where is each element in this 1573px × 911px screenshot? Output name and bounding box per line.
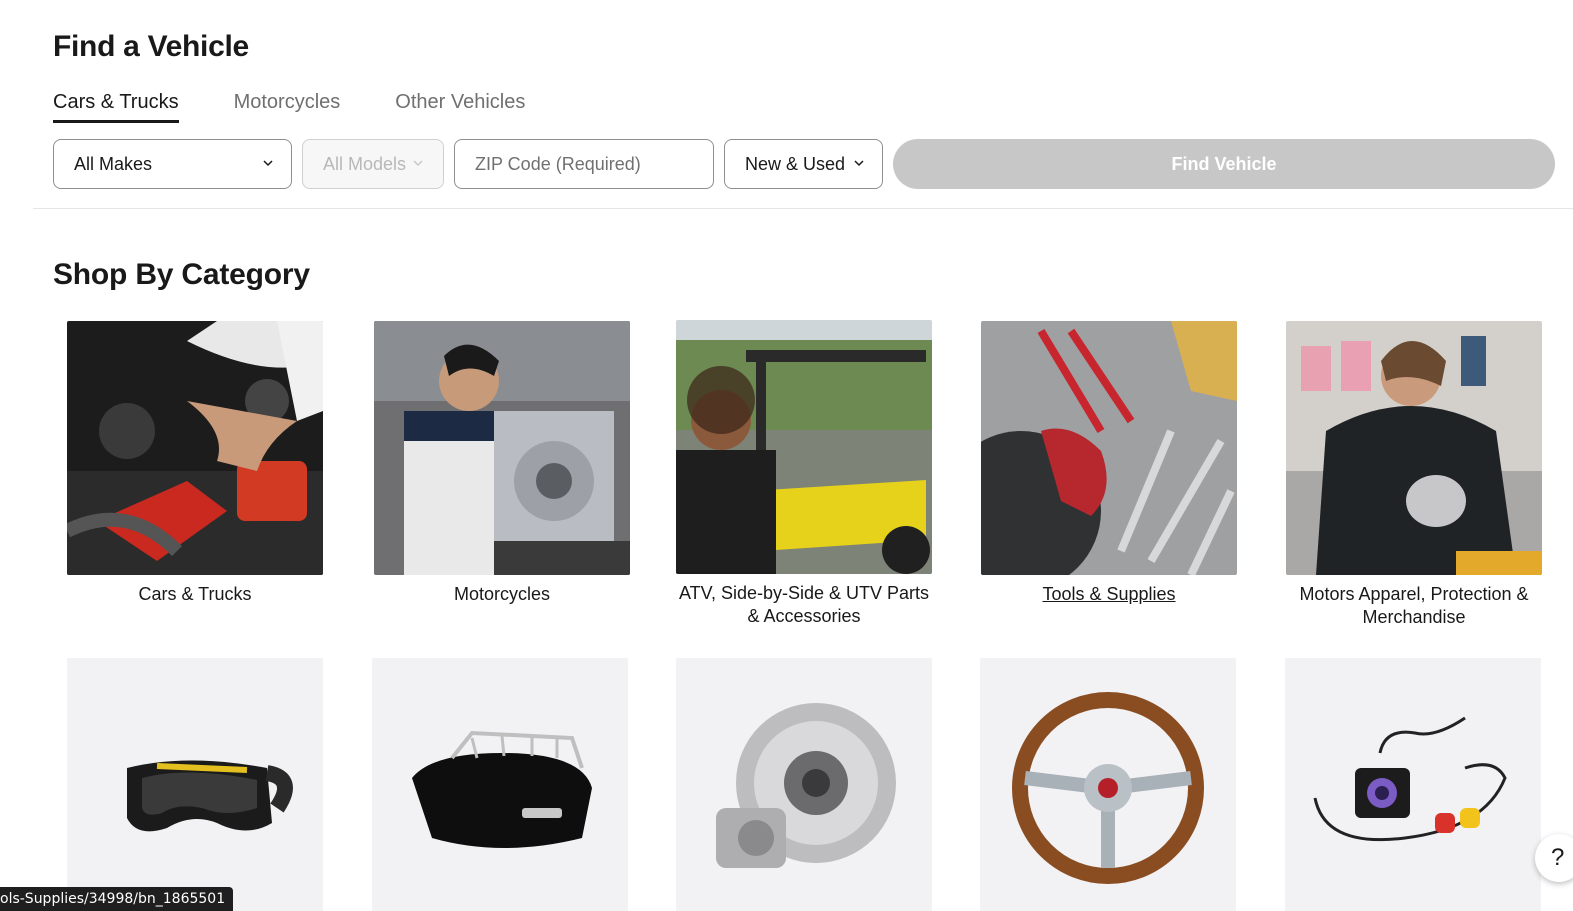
category-label: ATV, Side-by-Side & UTV Parts & Accessor… <box>678 583 930 626</box>
models-select-value: All Models <box>323 153 407 174</box>
product-tile[interactable] <box>980 658 1236 911</box>
product-tile[interactable] <box>372 658 628 911</box>
section-divider <box>33 208 1573 209</box>
category-label: Cars & Trucks <box>138 584 252 604</box>
trunk-case-icon <box>372 658 628 911</box>
category-cars-trucks[interactable]: Cars & Trucks <box>67 321 323 606</box>
condition-select[interactable]: New & Used <box>724 139 883 189</box>
tab-other-vehicles[interactable]: Other Vehicles <box>395 91 525 123</box>
apparel-photo <box>1286 321 1542 575</box>
chevron-down-icon <box>854 160 864 167</box>
tab-cars-trucks[interactable]: Cars & Trucks <box>53 91 179 123</box>
goggles-icon <box>67 658 323 911</box>
condition-select-value: New & Used <box>745 153 846 174</box>
motorcycle-mechanic-photo <box>374 321 630 575</box>
zip-code-input[interactable] <box>454 139 714 189</box>
category-motors-apparel[interactable]: Motors Apparel, Protection & Merchandise <box>1286 321 1542 629</box>
chevron-down-icon <box>413 160 423 167</box>
category-label: Motors Apparel, Protection & Merchandise <box>1299 584 1529 627</box>
makes-select[interactable]: All Makes <box>53 139 292 189</box>
product-tile[interactable] <box>676 658 932 911</box>
backup-camera-icon <box>1285 658 1541 911</box>
category-atv-utv[interactable]: ATV, Side-by-Side & UTV Parts & Accessor… <box>676 320 932 628</box>
vehicle-tabs: Cars & Trucks Motorcycles Other Vehicles <box>53 91 580 123</box>
category-motorcycles[interactable]: Motorcycles <box>374 321 630 606</box>
models-select[interactable]: All Models <box>302 139 444 189</box>
category-label: Tools & Supplies <box>1042 584 1176 604</box>
product-tile[interactable] <box>1285 658 1541 911</box>
turbo-icon <box>676 658 932 911</box>
find-vehicle-title: Find a Vehicle <box>53 30 249 63</box>
chevron-down-icon <box>263 160 273 167</box>
product-tile[interactable] <box>67 658 323 911</box>
category-tools-supplies[interactable]: Tools & Supplies <box>981 321 1237 606</box>
tools-photo <box>981 321 1237 575</box>
steering-wheel-icon <box>980 658 1236 911</box>
tab-motorcycles[interactable]: Motorcycles <box>234 91 341 123</box>
page: Find a Vehicle Cars & Trucks Motorcycles… <box>0 0 1573 911</box>
utv-photo <box>676 320 932 574</box>
status-bar-url: ols-Supplies/34998/bn_1865501 <box>0 887 234 911</box>
category-label: Motorcycles <box>453 584 551 604</box>
shop-by-category-title: Shop By Category <box>53 258 310 291</box>
engine-bay-photo <box>67 321 323 575</box>
find-vehicle-button[interactable]: Find Vehicle <box>893 139 1555 189</box>
makes-select-value: All Makes <box>74 153 153 174</box>
